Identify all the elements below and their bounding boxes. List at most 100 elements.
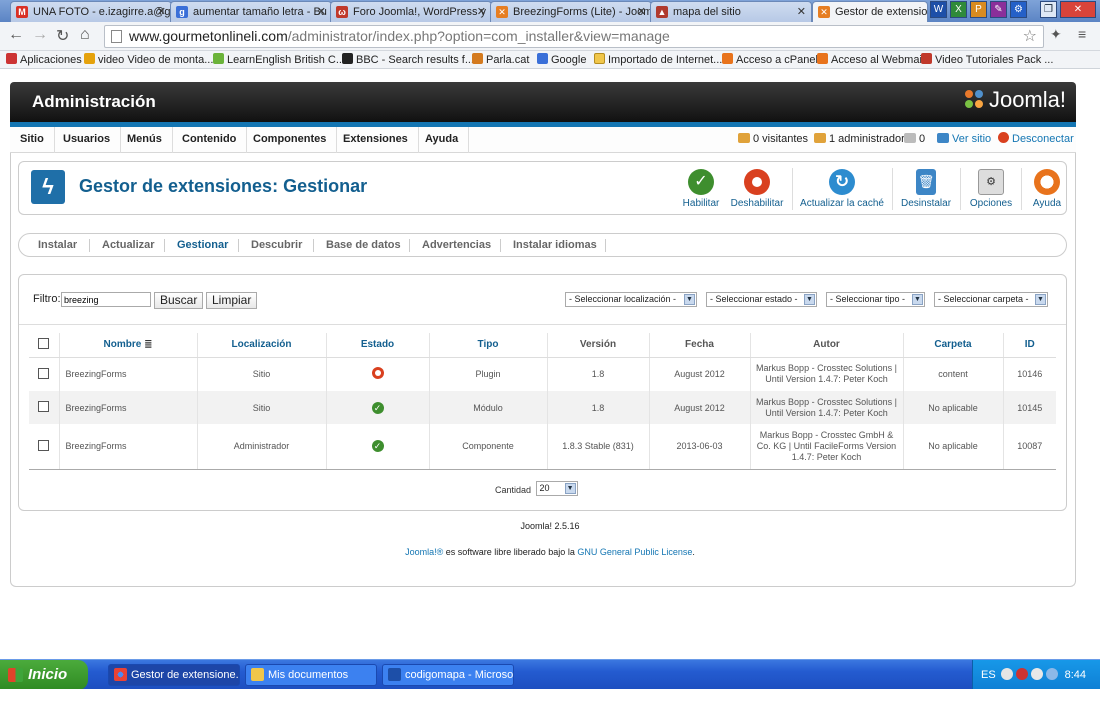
browser-tab-bar: M UNA FOTO - e.izagirre.a@g ✕ g aumentar ta… <box>0 0 1100 23</box>
menu-usuarios[interactable]: Usuarios <box>53 127 122 153</box>
enabled-status-icon[interactable]: ✓ <box>371 440 384 453</box>
tab-base-de-datos[interactable]: Base de datos <box>326 234 401 256</box>
options-button[interactable]: ⚙ Opciones <box>969 166 1013 212</box>
task-chrome[interactable]: Gestor de extensione... <box>108 664 240 686</box>
joomla-link[interactable]: Joomla!® <box>405 547 443 557</box>
close-icon[interactable]: ✕ <box>317 2 326 22</box>
status-select[interactable]: - Seleccionar estado - ▼ <box>706 292 817 307</box>
language-indicator[interactable]: ES <box>981 660 996 690</box>
refresh-cache-button[interactable]: ↻ Actualizar la caché <box>799 166 885 212</box>
tab-instalar[interactable]: Instalar <box>38 234 77 256</box>
bookmark-item[interactable]: Google <box>537 53 586 66</box>
browser-tab-breezingforms[interactable]: ✕ BreezingForms (Lite) - Joom ✕ <box>490 1 652 22</box>
messages-status[interactable]: 0 <box>904 127 925 152</box>
bookmark-item[interactable]: video Video de monta... <box>84 53 213 66</box>
cpanel-icon <box>722 53 733 64</box>
bookmark-item[interactable]: BBC - Search results f... <box>342 53 474 66</box>
row-checkbox[interactable] <box>38 367 50 379</box>
search-button[interactable]: Buscar <box>154 292 204 309</box>
url-path: /administrator/index.php?option=com_inst… <box>287 28 670 44</box>
tab-advertencias[interactable]: Advertencias <box>422 234 491 256</box>
disable-button[interactable]: Deshabilitar <box>729 166 785 212</box>
menu-menus[interactable]: Menús <box>117 127 173 153</box>
task-my-documents[interactable]: Mis documentos <box>245 664 377 686</box>
antivirus-icon[interactable] <box>1016 668 1028 680</box>
clear-button[interactable]: Limpiar <box>206 292 258 309</box>
header-autor[interactable]: Autor <box>750 333 904 358</box>
network-icon[interactable] <box>1001 668 1013 680</box>
bookmark-star-icon[interactable]: ☆ <box>1023 26 1037 47</box>
close-icon[interactable]: ✕ <box>477 2 486 22</box>
location-select[interactable]: - Seleccionar localización - ▼ <box>565 292 697 307</box>
word-icon[interactable]: W <box>930 1 947 18</box>
browser-tab-google-search[interactable]: g aumentar tamaño letra - Bu ✕ <box>170 1 332 22</box>
row-checkbox[interactable] <box>38 439 50 451</box>
url-input[interactable]: www.gourmetonlineli.com/administrator/in… <box>104 25 1044 48</box>
tab-actualizar[interactable]: Actualizar <box>102 234 155 256</box>
type-select[interactable]: - Seleccionar tipo - ▼ <box>826 292 925 307</box>
enable-button[interactable]: ✓ Habilitar <box>681 166 721 212</box>
home-icon[interactable]: ⌂ <box>80 26 90 44</box>
tab-gestionar[interactable]: Gestionar <box>177 234 228 256</box>
tab-instalar-idiomas[interactable]: Instalar idiomas <box>513 234 597 256</box>
folder-select[interactable]: - Seleccionar carpeta - ▼ <box>934 292 1048 307</box>
header-estado[interactable]: Estado <box>326 333 430 358</box>
close-icon[interactable]: ✕ <box>157 2 166 22</box>
header-id[interactable]: ID <box>1003 333 1056 358</box>
volume-icon[interactable] <box>1031 668 1043 680</box>
menu-extensiones[interactable]: Extensiones <box>333 127 419 153</box>
menu-ayuda[interactable]: Ayuda <box>415 127 470 153</box>
menu-sitio[interactable]: Sitio <box>10 127 55 153</box>
bookmark-item[interactable]: Acceso al Webmail <box>817 53 924 66</box>
disabled-status-icon[interactable] <box>371 367 384 380</box>
forward-icon[interactable]: → <box>32 26 48 44</box>
filter-input[interactable] <box>61 292 151 307</box>
close-icon[interactable]: ✕ <box>637 2 646 22</box>
view-site-link[interactable]: Ver sitio <box>937 127 991 152</box>
gpl-link[interactable]: GNU General Public License <box>577 547 692 557</box>
bookmark-folder[interactable]: Importado de Internet... <box>594 53 722 66</box>
menu-contenido[interactable]: Contenido <box>172 127 248 153</box>
limit-select[interactable]: 20 ▼ <box>535 481 578 496</box>
header-tipo[interactable]: Tipo <box>429 333 548 358</box>
tab-descubrir[interactable]: Descubrir <box>251 234 302 256</box>
bookmark-item[interactable]: Acceso a cPanel <box>722 53 818 66</box>
help-button[interactable]: Ayuda <box>1029 166 1065 212</box>
row-checkbox[interactable] <box>38 401 50 412</box>
app-icon-2[interactable]: ⚙ <box>1010 1 1027 18</box>
close-window-icon[interactable]: ✕ <box>1060 1 1096 18</box>
extension-icon[interactable]: ✦ <box>1050 26 1062 43</box>
app-icon[interactable]: ✎ <box>990 1 1007 18</box>
task-word[interactable]: codigomapa - Microso... <box>382 664 514 686</box>
uninstall-button[interactable]: 🗑 Desinstalar <box>901 166 951 212</box>
logout-icon <box>998 132 1009 143</box>
header-fecha[interactable]: Fecha <box>649 333 751 358</box>
powerpoint-icon[interactable]: P <box>970 1 987 18</box>
browser-tab-gmail[interactable]: M UNA FOTO - e.izagirre.a@g ✕ <box>10 1 172 22</box>
bookmark-item[interactable]: Parla.cat <box>472 53 529 66</box>
menu-icon[interactable]: ≡ <box>1078 26 1086 42</box>
logout-link[interactable]: Desconectar <box>998 127 1074 152</box>
close-icon[interactable]: ✕ <box>797 2 806 22</box>
excel-icon[interactable]: X <box>950 1 967 18</box>
header-localizacion[interactable]: Localización <box>197 333 327 358</box>
joomla-logo[interactable]: Joomla! <box>963 87 1066 113</box>
bookmark-item[interactable]: Video Tutoriales Pack ... <box>921 53 1053 66</box>
restore-icon[interactable]: ❐ <box>1040 1 1057 18</box>
browser-tab-gestor[interactable]: ✕ Gestor de extensio <box>812 1 928 23</box>
browser-tab-foro[interactable]: ω Foro Joomla!, WordPress y ✕ <box>330 1 492 22</box>
reload-icon[interactable]: ↻ <box>56 26 69 46</box>
header-carpeta[interactable]: Carpeta <box>903 333 1004 358</box>
bookmark-item[interactable]: Aplicaciones <box>6 53 82 66</box>
enabled-status-icon[interactable]: ✓ <box>371 401 384 414</box>
browser-tab-mapa[interactable]: ▲ mapa del sitio ✕ <box>650 1 812 22</box>
header-version[interactable]: Versión <box>547 333 650 358</box>
select-all-checkbox[interactable] <box>38 337 50 349</box>
header-nombre[interactable]: Nombre ≣ <box>59 333 198 358</box>
back-icon[interactable]: ← <box>8 26 24 44</box>
menu-componentes[interactable]: Componentes <box>243 127 338 153</box>
start-button[interactable]: Inicio <box>0 660 88 690</box>
bookmark-item[interactable]: LearnEnglish British C... <box>213 53 345 66</box>
tray-app-icon[interactable] <box>1046 668 1058 680</box>
cell-author: Markus Bopp - Crosstec Solutions | Until… <box>750 391 904 424</box>
